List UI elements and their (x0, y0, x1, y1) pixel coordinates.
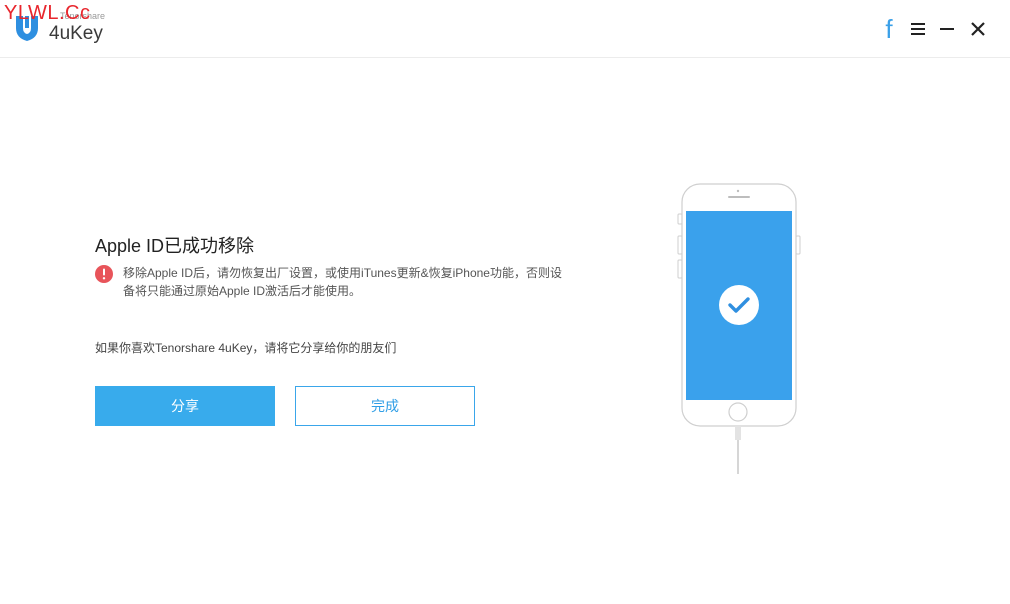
share-button[interactable]: 分享 (95, 386, 275, 426)
close-icon (971, 22, 985, 36)
watermark: YLWL.Cc (4, 2, 91, 24)
brand-name: 4uKey (49, 23, 103, 44)
page-title: Apple ID已成功移除 (95, 236, 255, 256)
phone-illustration (677, 183, 801, 474)
minimize-button[interactable] (934, 14, 960, 44)
minimize-icon (940, 28, 954, 30)
warning-text: 移除Apple ID后，请勿恢复出厂设置，或使用iTunes更新&恢复iPhon… (123, 266, 562, 298)
close-button[interactable] (965, 14, 991, 44)
facebook-button[interactable]: f (876, 14, 902, 44)
share-prompt: 如果你喜欢Tenorshare 4uKey，请将它分享给你的朋友们 (95, 341, 397, 355)
menu-icon (911, 23, 925, 35)
facebook-icon: f (885, 14, 893, 44)
warning-icon (95, 265, 113, 283)
menu-button[interactable] (905, 14, 931, 44)
app-window: Tenorshare 4uKey YLWL.Cc f Apple ID已成功移除 (0, 0, 1010, 604)
title-bar: Tenorshare 4uKey YLWL.Cc f (0, 0, 1010, 58)
done-button[interactable]: 完成 (295, 386, 475, 426)
